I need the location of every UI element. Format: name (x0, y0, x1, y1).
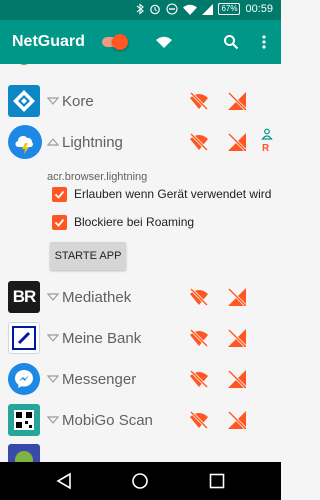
do-not-disturb-icon (166, 3, 178, 15)
wifi-blocked-icon[interactable] (188, 131, 210, 153)
app-name: Mediathek (62, 289, 132, 306)
recents-icon[interactable] (208, 472, 226, 490)
app-icon (8, 444, 40, 462)
option-allow-screen-on[interactable]: Erlauben wenn Gerät verwendet wird (52, 185, 271, 203)
wifi-blocked-icon[interactable] (188, 368, 210, 390)
app-icon: BR (8, 281, 40, 313)
wifi-network-icon[interactable] (154, 32, 174, 52)
app-icon (8, 125, 42, 159)
app-name: Meine Bank (62, 330, 142, 347)
option-label: Blockiere bei Roaming (74, 215, 195, 229)
app-icon (8, 85, 40, 117)
option-label: Erlauben wenn Gerät verwendet wird (74, 187, 272, 201)
list-item[interactable]: Meine Bank (0, 318, 281, 358)
app-icon (8, 64, 40, 68)
app-title: NetGuard (12, 33, 85, 50)
list-item[interactable]: Kore (0, 81, 281, 121)
checkbox-checked-icon[interactable] (52, 214, 67, 230)
mobile-data-blocked-icon[interactable] (226, 90, 248, 112)
mobile-data-blocked-icon[interactable] (226, 131, 248, 153)
clock: 00:59 (245, 3, 273, 15)
app-name: Messenger (62, 371, 137, 388)
option-block-roaming[interactable]: Blockiere bei Roaming (52, 213, 194, 231)
status-bar: 67% 00:59 (0, 0, 281, 20)
wifi-blocked-icon[interactable] (188, 286, 210, 308)
mobile-data-blocked-icon[interactable] (226, 286, 248, 308)
expand-caret-icon[interactable] (47, 414, 59, 426)
expand-caret-icon[interactable] (47, 373, 59, 385)
list-item[interactable]: BR Mediathek (0, 277, 281, 317)
app-icon (8, 322, 40, 354)
mobile-data-blocked-icon[interactable] (226, 409, 248, 431)
wifi-blocked-icon[interactable] (188, 409, 210, 431)
app-name: Lightning (62, 134, 123, 151)
back-icon[interactable] (55, 472, 73, 490)
list-item[interactable]: Messenger (0, 359, 281, 399)
package-name: acr.browser.lightning (47, 171, 148, 183)
collapse-caret-icon[interactable] (47, 136, 59, 148)
expand-caret-icon[interactable] (47, 332, 59, 344)
navigation-bar (0, 462, 281, 500)
alarm-icon (150, 4, 161, 15)
list-item[interactable] (0, 64, 281, 68)
expand-caret-icon[interactable] (47, 291, 59, 303)
home-icon[interactable] (131, 472, 149, 490)
bluetooth-icon (137, 3, 145, 15)
user-icon (261, 128, 273, 140)
list-item[interactable]: MobiGo Scan (0, 400, 281, 440)
wifi-status-icon (183, 4, 198, 15)
wifi-blocked-icon[interactable] (188, 327, 210, 349)
mobile-data-blocked-icon[interactable] (226, 368, 248, 390)
roaming-indicator: R (262, 143, 270, 154)
more-options-icon[interactable] (254, 32, 274, 52)
battery-indicator: 67% (218, 3, 241, 15)
launch-app-button[interactable]: STARTE APP (50, 242, 126, 270)
app-icon (8, 404, 40, 436)
mobile-data-blocked-icon[interactable] (226, 327, 248, 349)
expand-caret-icon[interactable] (47, 95, 59, 107)
app-toolbar: NetGuard (0, 20, 281, 64)
checkbox-checked-icon[interactable] (52, 186, 67, 202)
app-name: Kore (62, 93, 94, 110)
app-icon (8, 363, 40, 395)
search-icon[interactable] (221, 32, 241, 52)
wifi-blocked-icon[interactable] (188, 90, 210, 112)
signal-icon (202, 3, 214, 15)
app-name: MobiGo Scan (62, 412, 153, 429)
enable-toggle[interactable] (100, 34, 128, 50)
app-list: Kore Lightning R acr.browser.lightning E… (0, 64, 281, 462)
list-item[interactable] (0, 441, 281, 462)
